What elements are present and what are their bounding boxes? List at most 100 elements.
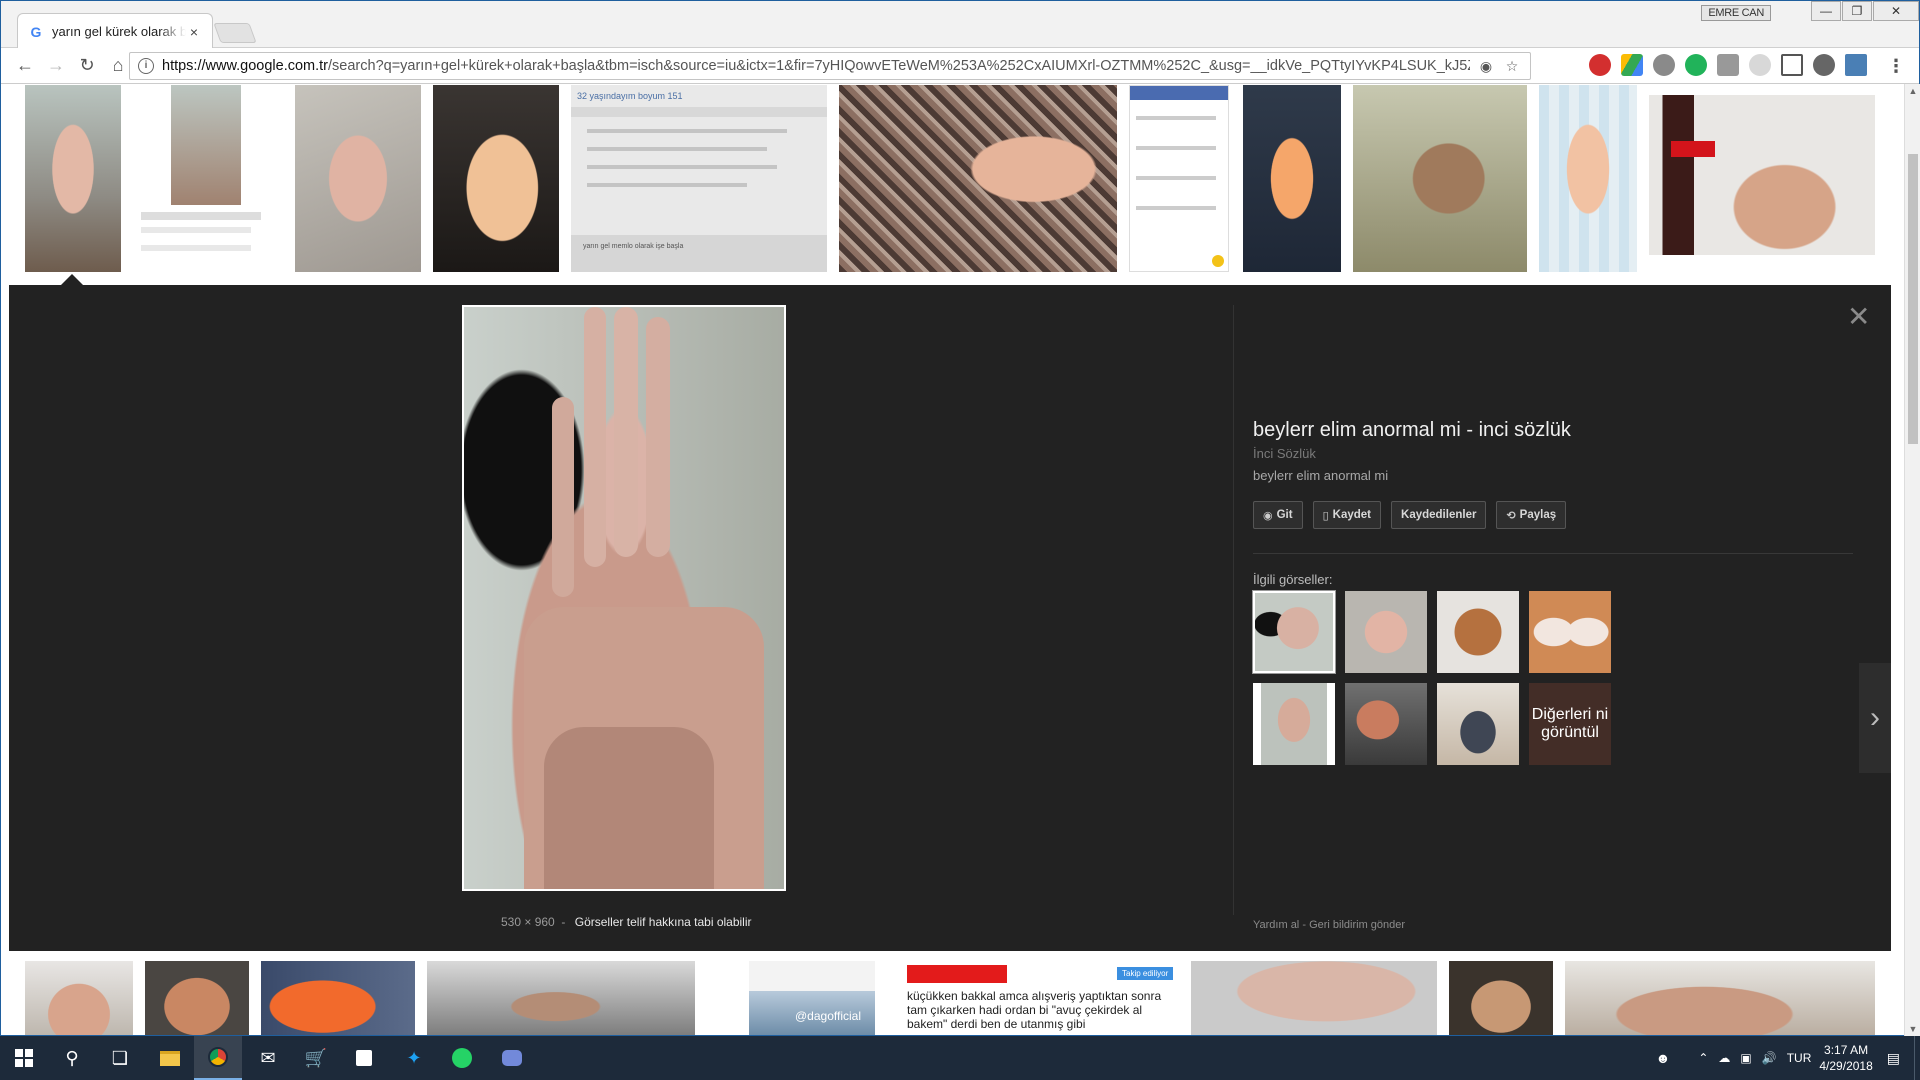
whatsapp-icon[interactable] [438,1036,486,1080]
related-image[interactable] [1529,591,1611,673]
store-icon[interactable]: 🛒 [292,1036,340,1080]
extension-red-icon[interactable] [1589,54,1611,76]
puzzle-icon[interactable] [1813,54,1835,76]
result-thumb[interactable] [295,85,421,272]
preview-image[interactable] [462,305,786,891]
sticky-notes-icon[interactable] [340,1036,388,1080]
result-thumb[interactable] [1191,961,1437,1035]
twitter-icon[interactable]: ✦ [390,1036,438,1080]
clock[interactable]: 3:17 AM 4/29/2018 [1819,1042,1872,1074]
tab-close-icon[interactable]: × [186,24,202,40]
help-link[interactable]: Yardım al [1253,919,1299,931]
result-thumb[interactable] [1243,85,1341,272]
eyedropper-icon[interactable] [1845,54,1867,76]
result-thumb[interactable] [427,961,695,1035]
result-thumb-chat[interactable] [1129,85,1229,272]
result-thumb[interactable] [1539,85,1637,272]
next-image-arrow-icon[interactable]: › [1859,663,1891,773]
volume-icon[interactable]: 🔊 [1762,1051,1777,1065]
result-thumb[interactable] [1565,961,1875,1035]
location-target-icon[interactable]: ◉ [1476,58,1496,75]
save-button[interactable]: ▯ Kaydet [1312,501,1382,529]
browser-window: G yarın gel kürek olarak baş × EMRE CAN … [0,0,1920,1036]
scroll-down-icon[interactable]: ▼ [1905,1024,1920,1034]
related-image[interactable] [1345,591,1427,673]
address-bar[interactable]: i https://www.google.com.tr/search?q=yar… [129,52,1531,80]
result-thumb-forum[interactable]: 32 yaşındayım boyum 151 yarın gel memlo … [571,85,827,272]
related-image[interactable] [1437,591,1519,673]
new-tab-button[interactable] [213,23,257,43]
share-icon: ⟲ [1506,509,1516,522]
result-thumb[interactable] [135,85,271,272]
image-source[interactable]: İnci Sözlük [1253,446,1316,461]
google-drive-icon[interactable] [1621,54,1643,76]
related-image[interactable] [1253,683,1335,765]
panel-divider [1233,305,1234,915]
result-thumb[interactable] [433,85,559,272]
extension-dim-icon[interactable] [1749,54,1771,76]
result-thumb[interactable] [261,961,415,1035]
page-scrollbar[interactable]: ▲ ▼ [1904,84,1920,1036]
result-thumb[interactable] [1649,95,1875,255]
related-image[interactable] [1252,590,1336,674]
tab-active[interactable]: G yarın gel kürek olarak baş × [17,13,213,49]
related-image[interactable] [1345,683,1427,765]
result-thumb[interactable] [25,85,121,272]
minimize-button[interactable]: — [1811,1,1841,21]
result-thumb[interactable]: @dagofficial [749,961,875,1035]
copyright-link[interactable]: Görseller telif hakkına tabi olabilir [575,915,752,929]
forum-thumb-footer: yarın gel memlo olarak işe başla [583,243,684,250]
profile-button[interactable]: EMRE CAN [1701,5,1771,21]
discord-icon[interactable] [488,1036,536,1080]
result-thumb[interactable] [1353,85,1527,272]
share-button[interactable]: ⟲ Paylaş [1496,501,1567,529]
tray-expand-icon[interactable]: ⌃ [1698,1051,1708,1065]
action-center-icon[interactable]: ▤ [1887,1050,1900,1067]
chrome-icon[interactable] [194,1036,242,1080]
system-tray: ☻ ⌃ ☁ ▣ 🔊 TUR 3:17 AM 4/29/2018 ▤ [1656,1036,1920,1080]
saved-button[interactable]: Kaydedilenler [1391,501,1487,529]
results-row-top: 32 yaşındayım boyum 151 yarın gel memlo … [1,85,1905,285]
image-meta: 530 × 960 - Görseller telif hakkına tabi… [501,915,752,929]
site-info-icon[interactable]: i [138,58,154,74]
start-windows-icon[interactable] [0,1036,48,1080]
scrollbar-thumb[interactable] [1908,154,1918,444]
task-view-icon[interactable]: ❏ [96,1036,144,1080]
selection-pointer [61,274,83,285]
extension-green-icon[interactable] [1685,54,1707,76]
feedback-link[interactable]: Geri bildirim gönder [1309,919,1405,931]
people-icon[interactable]: ☻ [1656,1050,1671,1066]
reload-icon[interactable]: ↻ [73,52,101,80]
back-icon[interactable]: ← [11,52,39,80]
onedrive-icon[interactable]: ☁ [1718,1051,1730,1065]
screenshot-icon[interactable] [1781,54,1803,76]
close-panel-icon[interactable]: ✕ [1847,303,1870,331]
browser-toolbar: ← → ↻ ⌂ i https://www.google.com.tr/sear… [1,48,1919,84]
result-thumb[interactable] [839,85,1117,272]
image-title[interactable]: beylerr elim anormal mi - inci sözlük [1253,419,1571,442]
result-thumb[interactable] [1449,961,1553,1035]
show-desktop-button[interactable] [1914,1036,1920,1080]
result-thumb[interactable] [25,961,133,1035]
scroll-up-icon[interactable]: ▲ [1905,86,1920,96]
camera-icon[interactable] [1717,54,1739,76]
file-explorer-icon[interactable] [146,1036,194,1080]
home-icon[interactable]: ⌂ [104,52,132,80]
search-icon[interactable]: ⚲ [48,1036,96,1080]
related-image[interactable] [1437,683,1519,765]
input-language[interactable]: TUR [1787,1051,1812,1065]
close-window-button[interactable]: ✕ [1873,1,1919,21]
forward-icon[interactable]: → [42,52,70,80]
result-thumb[interactable] [145,961,249,1035]
result-thumb-meme[interactable]: Takip ediliyor küçükken bakkal amca alış… [901,961,1189,1035]
url-text[interactable]: https://www.google.com.tr/search?q=yarın… [162,58,1470,74]
related-more-tile[interactable]: Diğerleri ni görüntül [1529,683,1611,765]
extension-gray-icon[interactable] [1653,54,1675,76]
network-icon[interactable]: ▣ [1740,1051,1751,1065]
bookmark-star-icon[interactable]: ☆ [1502,58,1522,75]
mail-icon[interactable]: ✉ [244,1036,292,1080]
maximize-button[interactable]: ❐ [1842,1,1872,21]
visit-button[interactable]: ◉ Git [1253,501,1303,529]
action-buttons: ◉ Git ▯ Kaydet Kaydedilenler ⟲ Paylaş [1253,501,1576,529]
menu-dots-icon[interactable]: ⋮ [1887,56,1905,77]
